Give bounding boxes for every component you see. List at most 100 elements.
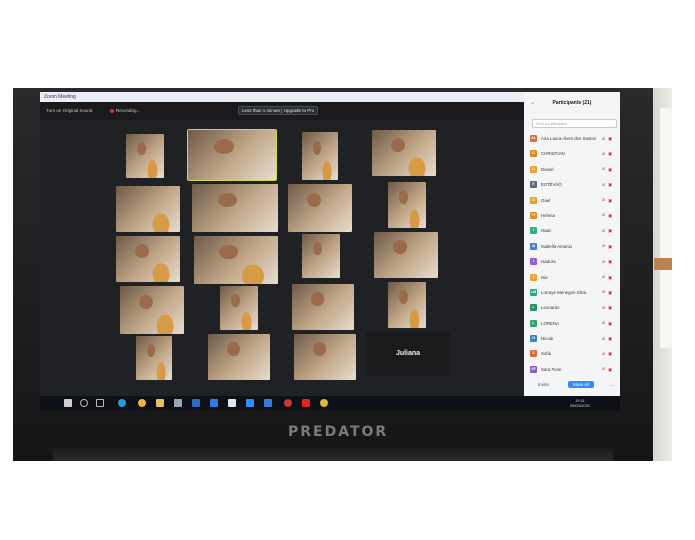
participants-title: Participants (21) <box>552 100 592 106</box>
participant-row[interactable]: I Isadora ⌀ ▣ <box>530 255 618 270</box>
mic-muted-icon[interactable]: ⌀ <box>602 243 605 249</box>
video-tile[interactable] <box>116 236 180 282</box>
video-tile[interactable] <box>372 130 436 176</box>
mic-muted-icon[interactable]: ⌀ <box>602 182 605 188</box>
video-tile[interactable] <box>288 184 352 232</box>
video-tile[interactable] <box>208 334 270 380</box>
video-off-icon[interactable]: ▣ <box>608 275 612 281</box>
cloud-icon[interactable] <box>228 399 236 407</box>
chrome-icon[interactable] <box>138 399 146 407</box>
video-off-icon[interactable]: ▣ <box>608 321 612 327</box>
participant-row[interactable]: I Isaac ⌀ ▣ <box>530 224 618 239</box>
mic-muted-icon[interactable]: ⌀ <box>602 228 605 234</box>
original-sound-button[interactable]: Turn on Original Sound <box>46 108 92 113</box>
acrobat-icon[interactable] <box>302 399 310 407</box>
mic-muted-icon[interactable]: ⌀ <box>602 136 605 142</box>
video-tile[interactable] <box>388 182 426 228</box>
settings-icon[interactable] <box>174 399 182 407</box>
task-view-icon[interactable] <box>96 399 104 407</box>
system-tray-clock[interactable]: 19:11 06/04/2021 <box>570 398 590 408</box>
video-tile[interactable] <box>374 232 438 278</box>
mic-muted-icon[interactable]: ⌀ <box>602 274 605 280</box>
mic-muted-icon[interactable]: ⌀ <box>602 197 605 203</box>
video-off-icon[interactable]: ▣ <box>608 228 612 234</box>
mic-muted-icon[interactable]: ⌀ <box>602 289 605 295</box>
photos-icon[interactable] <box>264 399 272 407</box>
participant-row[interactable]: N Nicole ⌀ ▣ <box>530 332 618 347</box>
participant-row[interactable]: G Gael ⌀ ▣ <box>530 194 618 209</box>
video-off-icon[interactable]: ▣ <box>608 213 612 219</box>
file-explorer-icon[interactable] <box>156 399 164 407</box>
video-tile[interactable] <box>388 282 426 328</box>
mic-muted-icon[interactable]: ⌀ <box>602 259 605 265</box>
video-tile[interactable] <box>126 134 164 178</box>
mail-icon[interactable] <box>210 399 218 407</box>
video-tile[interactable] <box>220 286 258 330</box>
participant-row[interactable]: IA Isabella Antonio ⌀ ▣ <box>530 240 618 255</box>
video-off-icon[interactable]: ▣ <box>608 259 612 265</box>
video-off-icon[interactable]: ▣ <box>608 167 612 173</box>
video-tile[interactable] <box>192 184 278 232</box>
video-off-icon[interactable]: ▣ <box>608 136 612 142</box>
participant-name: Gael <box>541 197 551 203</box>
participant-row[interactable]: LM Lorraye Menegon Silva ⌀ ▣ <box>530 286 618 301</box>
invite-button[interactable]: Invite <box>538 382 549 387</box>
participant-name: Leonardo <box>541 305 560 311</box>
participant-row[interactable]: AL Ana Laura Alves dos Santos ⌀ ▣ <box>530 132 618 147</box>
mic-muted-icon[interactable]: ⌀ <box>602 305 605 311</box>
video-off-icon[interactable]: ▣ <box>608 367 612 373</box>
participant-row[interactable]: L LORENA ⌀ ▣ <box>530 317 618 332</box>
participant-row[interactable]: D Daniel ⌀ ▣ <box>530 163 618 178</box>
video-tile[interactable] <box>302 234 340 278</box>
video-tile-active-speaker[interactable] <box>187 129 277 181</box>
video-tile[interactable] <box>294 334 356 380</box>
participant-row[interactable]: I Isis ⌀ ▣ <box>530 271 618 286</box>
mic-muted-icon[interactable]: ⌀ <box>602 320 605 326</box>
mic-muted-icon[interactable]: ⌀ <box>602 151 605 157</box>
mic-muted-icon[interactable]: ⌀ <box>602 166 605 172</box>
participant-row[interactable]: L Leonardo ⌀ ▣ <box>530 301 618 316</box>
mic-muted-icon[interactable]: ⌀ <box>602 366 605 372</box>
mic-muted-icon[interactable]: ⌀ <box>602 212 605 218</box>
participant-avatar: D <box>530 165 537 173</box>
participant-search-input[interactable]: Find a participant <box>532 119 617 128</box>
video-off-icon[interactable]: ▣ <box>608 151 612 157</box>
search-icon[interactable] <box>80 399 88 407</box>
mute-all-button[interactable]: Mute All <box>568 381 595 388</box>
participant-list: AL Ana Laura Alves dos Santos ⌀ ▣ C CHRISTIAN… <box>530 132 618 378</box>
media-icon[interactable] <box>284 399 292 407</box>
participant-avatar: H <box>530 211 537 219</box>
participant-row[interactable]: H Helena ⌀ ▣ <box>530 209 618 224</box>
mic-muted-icon[interactable]: ⌀ <box>602 351 605 357</box>
chrome-icon[interactable] <box>320 399 328 407</box>
participant-avatar: L <box>530 304 537 312</box>
video-off-icon[interactable]: ▣ <box>608 182 612 188</box>
participant-avatar: G <box>530 196 537 204</box>
mic-muted-icon[interactable]: ⌀ <box>602 336 605 342</box>
participant-avatar: I <box>530 273 537 281</box>
word-icon[interactable] <box>192 399 200 407</box>
window-sill <box>654 258 672 270</box>
participant-row[interactable]: E ESTÊVÃO ⌀ ▣ <box>530 178 618 193</box>
participant-row[interactable]: S Sofia ⌀ ▣ <box>530 347 618 362</box>
video-off-icon[interactable]: ▣ <box>608 198 612 204</box>
video-tile[interactable] <box>302 132 338 180</box>
video-off-icon[interactable]: ▣ <box>608 336 612 342</box>
video-tile[interactable] <box>194 236 278 284</box>
more-button[interactable]: ... <box>610 382 614 388</box>
windows-start-icon[interactable] <box>64 399 72 407</box>
participant-row[interactable]: C CHRISTIAN ⌀ ▣ <box>530 147 618 162</box>
edge-icon[interactable] <box>118 399 126 407</box>
participant-row[interactable]: SF Sara Fiore ⌀ ▣ <box>530 363 618 378</box>
video-off-icon[interactable]: ▣ <box>608 351 612 357</box>
video-tile[interactable] <box>292 284 354 330</box>
video-tile[interactable] <box>116 186 180 232</box>
video-tile[interactable] <box>136 336 172 380</box>
zoom-icon[interactable] <box>246 399 254 407</box>
name-only-tile[interactable]: Juliana <box>366 332 450 376</box>
video-off-icon[interactable]: ▣ <box>608 244 612 250</box>
upgrade-banner[interactable]: Less than 1 minute | Upgrade to Pro <box>238 106 319 115</box>
video-off-icon[interactable]: ▣ <box>608 290 612 296</box>
video-tile[interactable] <box>120 286 184 334</box>
video-off-icon[interactable]: ▣ <box>608 305 612 311</box>
